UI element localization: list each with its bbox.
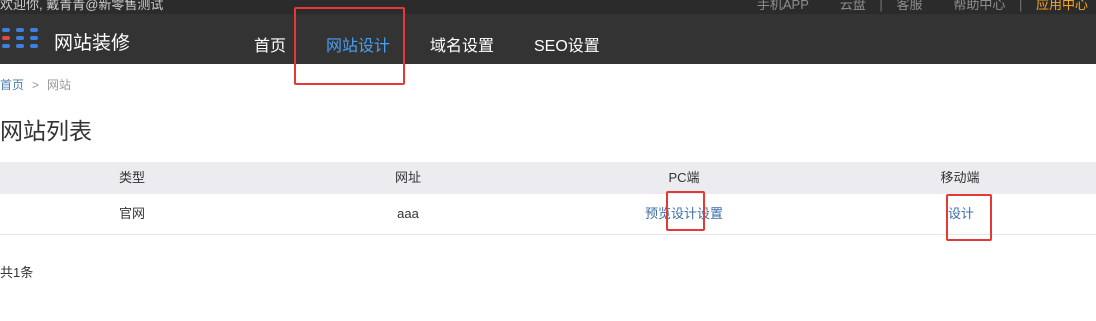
breadcrumb: 首页 > 网站 bbox=[0, 76, 71, 93]
nav-domain-settings[interactable]: 域名设置 bbox=[430, 32, 494, 56]
divider bbox=[936, 0, 940, 12]
total-count: 共1条 bbox=[0, 265, 34, 280]
divider: | bbox=[879, 0, 883, 12]
header-pc: PC端 bbox=[668, 170, 700, 185]
highlight-box-nav bbox=[294, 7, 405, 85]
highlight-box-mobile-design bbox=[946, 194, 992, 241]
website-table: 类型 网址 PC端 移动端 官网 aaa 预览设计设置 设计 bbox=[0, 162, 1096, 235]
table-header: 类型 网址 PC端 移动端 bbox=[0, 162, 1096, 194]
nav-seo-settings[interactable]: SEO设置 bbox=[534, 32, 600, 56]
welcome-text: 欢迎你, 戴青青@新零售测试 bbox=[0, 0, 164, 12]
brand-title: 网站装修 bbox=[54, 33, 131, 54]
top-link-customer-service[interactable]: 客服 bbox=[896, 0, 922, 13]
table-row: 官网 aaa 预览设计设置 设计 bbox=[0, 194, 1096, 235]
highlight-box-pc-design bbox=[666, 191, 705, 231]
breadcrumb-home[interactable]: 首页 bbox=[0, 78, 24, 92]
breadcrumb-separator: > bbox=[32, 78, 40, 92]
top-link-help-center[interactable]: 帮助中心 bbox=[953, 0, 1005, 13]
page-title: 网站列表 bbox=[0, 118, 92, 144]
header-mobile: 移动端 bbox=[940, 170, 980, 185]
main-nav-bar: 网站装修 首页 网站设计 域名设置 SEO设置 bbox=[0, 14, 1096, 64]
header-url: 网址 bbox=[394, 170, 422, 185]
top-link-app-center[interactable]: 应用中心 bbox=[1036, 0, 1088, 13]
top-bar: 欢迎你, 戴青青@新零售测试 手机APP 云盘 | 客服 帮助中心 | 应用中心 bbox=[0, 0, 1096, 14]
cell-url: aaa bbox=[397, 206, 419, 221]
divider bbox=[823, 0, 827, 12]
header-type: 类型 bbox=[118, 170, 146, 185]
divider: | bbox=[1018, 0, 1023, 12]
top-links: 手机APP 云盘 | 客服 帮助中心 | 应用中心 bbox=[757, 0, 1088, 13]
app-grid-icon[interactable] bbox=[2, 28, 38, 48]
top-link-cloud-disk[interactable]: 云盘 bbox=[840, 0, 866, 13]
breadcrumb-current: 网站 bbox=[47, 78, 72, 92]
nav-home[interactable]: 首页 bbox=[254, 32, 286, 56]
cell-type: 官网 bbox=[118, 206, 146, 221]
top-link-mobile-app[interactable]: 手机APP bbox=[757, 0, 809, 13]
